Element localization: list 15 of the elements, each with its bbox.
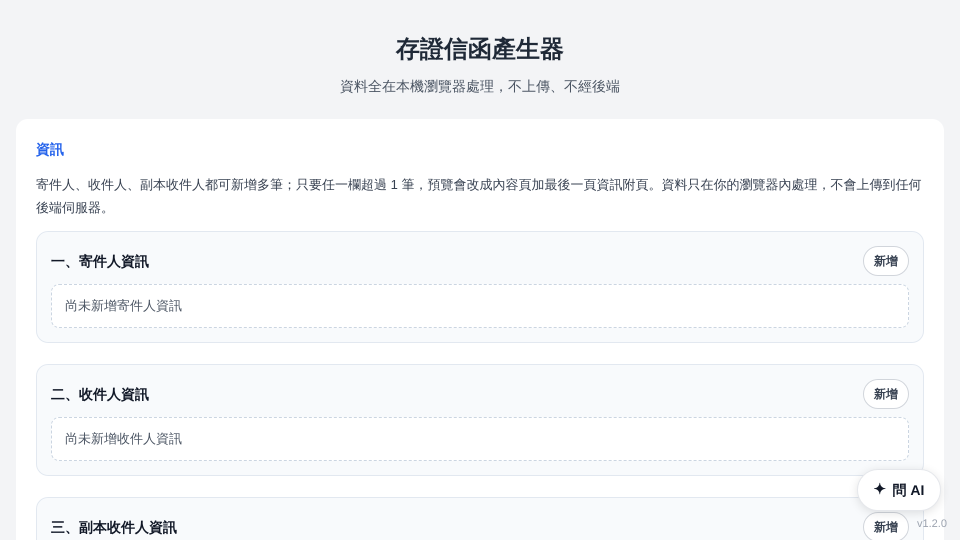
sparkle-icon: ✦	[874, 482, 887, 498]
add-button[interactable]: 新增	[863, 379, 909, 409]
info-text: 寄件人、收件人、副本收件人都可新增多筆；只要任一欄超過 1 筆，預覽會改成內容頁加最後一頁資訊附頁。資料只在你的瀏覽器內處理，不會上傳到任何後端伺服器。	[36, 176, 922, 217]
page-subtitle: 資料全在本機瀏覽器處理，不上傳、不經後端	[340, 77, 620, 96]
version-label: v1.2.0	[917, 517, 947, 532]
section-title: 一、寄件人資訊	[51, 252, 149, 271]
add-button[interactable]: 新增	[863, 512, 909, 540]
section-title: 二、收件人資訊	[51, 385, 149, 404]
ask-ai-button[interactable]: ✦ 問 AI	[857, 469, 941, 511]
empty-state-text: 尚未新增寄件人資訊	[65, 297, 182, 316]
page-title: 存證信函產生器	[396, 35, 564, 65]
section-title: 三、副本收件人資訊	[51, 518, 177, 537]
empty-state-text: 尚未新增收件人資訊	[65, 430, 182, 448]
add-button[interactable]: 新增	[863, 246, 909, 276]
info-heading: 資訊	[36, 140, 65, 159]
